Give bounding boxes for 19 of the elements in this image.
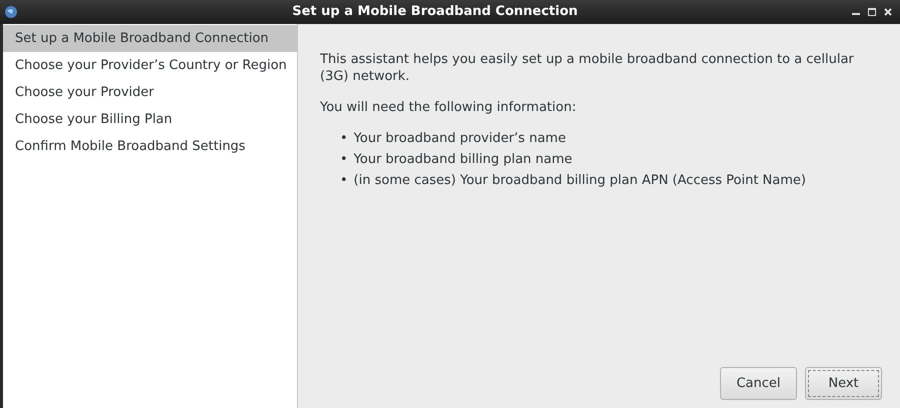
bullet-mark: •	[340, 130, 348, 147]
step-item: Confirm Mobile Broadband Settings	[14, 138, 246, 156]
bullet-mark: •	[340, 151, 348, 168]
wizard-button[interactable]: Next	[805, 367, 882, 400]
window-title: Set up a Mobile Broadband Connection	[292, 3, 578, 22]
globe-icon	[4, 5, 18, 19]
step-item: Choose your Billing Plan	[14, 110, 174, 129]
requirements-text: You will need the following information:	[320, 99, 578, 116]
requirement-item: (in some cases) Your broadband billing plan APN (Access Point Name)	[354, 172, 806, 189]
requirement-item: Your broadband billing plan name	[354, 151, 572, 168]
bullet-mark: •	[340, 172, 348, 189]
wizard-button[interactable]: Cancel	[720, 367, 797, 400]
close-icon[interactable]	[884, 8, 892, 16]
requirement-item: Your broadband provider’s name	[354, 130, 566, 147]
maximize-icon[interactable]	[868, 8, 876, 16]
step-item: Choose your Provider	[14, 84, 156, 102]
step-item: Set up a Mobile Broadband Connection	[3, 25, 297, 52]
intro-text: This assistant helps you easily set up a mobile broadband connection to a cellular (3G) network.	[320, 51, 855, 85]
step-item: Choose your Provider’s Country or Region	[14, 56, 288, 75]
